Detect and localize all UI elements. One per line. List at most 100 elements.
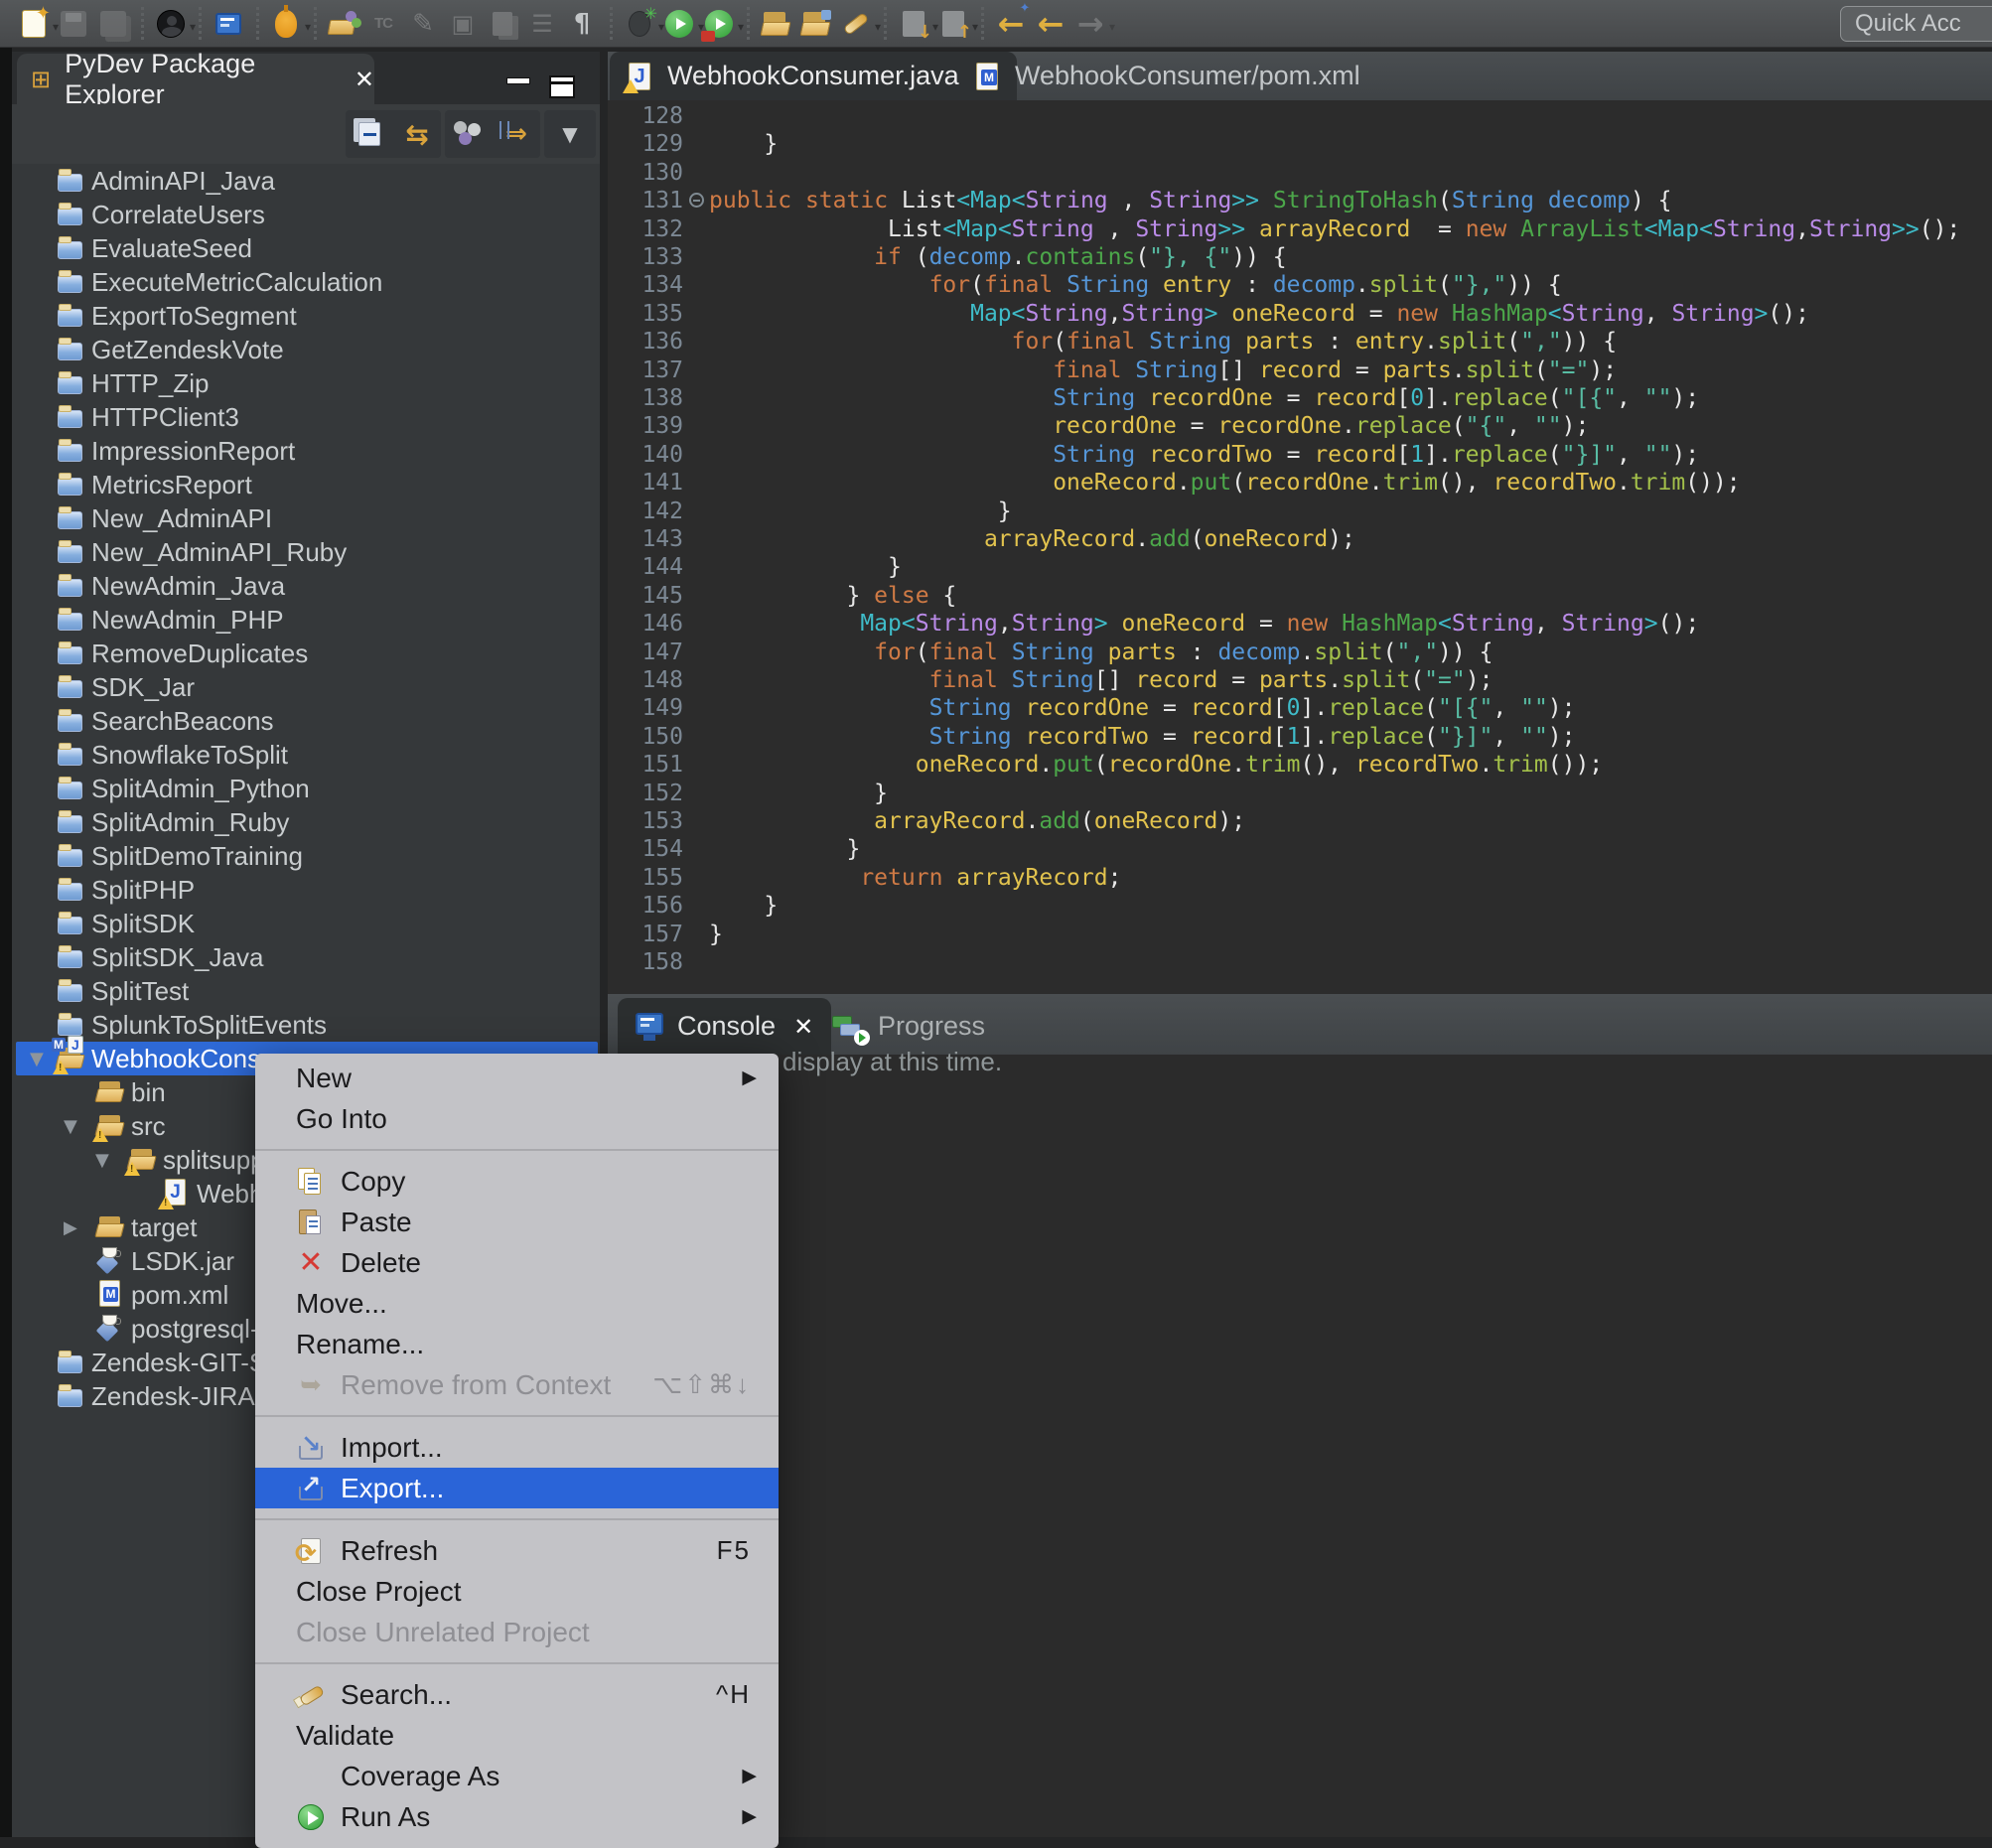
collapse-arrow-icon[interactable]: ▼ xyxy=(30,1049,44,1069)
line-number: 131 xyxy=(608,187,687,214)
tree-item-splitsdk-java[interactable]: SplitSDK_Java xyxy=(12,940,600,974)
tc-server-button[interactable]: TC xyxy=(365,6,401,42)
menu-item-new[interactable]: New▶ xyxy=(255,1058,779,1098)
compare-button[interactable] xyxy=(485,6,520,42)
toolbar-separator xyxy=(137,7,147,41)
forward-button[interactable]: →▾ xyxy=(1072,6,1108,42)
closed-folder-icon xyxy=(56,267,85,295)
menu-item-copy[interactable]: Copy xyxy=(255,1161,779,1202)
tree-item-splitsdk[interactable]: SplitSDK xyxy=(12,907,600,940)
tree-item-httpclient3[interactable]: HTTPClient3 xyxy=(12,400,600,434)
tree-item-splitadmin-python[interactable]: SplitAdmin_Python xyxy=(12,772,600,805)
tree-item-splittest[interactable]: SplitTest xyxy=(12,974,600,1008)
debug-button[interactable]: ▾ xyxy=(622,6,657,42)
tree-item-splunktosplitevents[interactable]: SplunkToSplitEvents xyxy=(12,1008,600,1042)
highlighter-button[interactable]: ▾ xyxy=(838,6,874,42)
menu-item-search[interactable]: Search...^H xyxy=(255,1674,779,1715)
bug-report-button[interactable]: ▾ xyxy=(268,6,304,42)
run-button[interactable]: ▾ xyxy=(661,6,697,42)
back-button[interactable]: ← xyxy=(1033,6,1068,42)
tree-item-splitdemotraining[interactable]: SplitDemoTraining xyxy=(12,839,600,873)
tree-item-impressionreport[interactable]: ImpressionReport xyxy=(12,434,600,468)
menu-item-paste[interactable]: Paste xyxy=(255,1202,779,1242)
tree-item-getzendeskvote[interactable]: GetZendeskVote xyxy=(12,333,600,366)
dropdown-arrow-icon[interactable]: ▾ xyxy=(972,20,978,34)
expand-arrow-icon[interactable]: ▶ xyxy=(64,1217,77,1238)
save-button[interactable] xyxy=(56,6,91,42)
tree-item-executemetriccalculation[interactable]: ExecuteMetricCalculation xyxy=(12,265,600,299)
dropdown-arrow-icon[interactable]: ▾ xyxy=(875,20,881,34)
tree-item-label: bin xyxy=(131,1077,166,1108)
collapse-all-button[interactable] xyxy=(350,114,389,154)
dropdown-arrow-icon[interactable]: ▾ xyxy=(305,20,311,34)
tree-item-removeduplicates[interactable]: RemoveDuplicates xyxy=(12,637,600,670)
collapse-arrow-icon[interactable]: ▼ xyxy=(95,1150,109,1171)
edit-pen-button[interactable]: ✎ xyxy=(405,6,441,42)
tree-item-snowflaketosplit[interactable]: SnowflakeToSplit xyxy=(12,738,600,772)
view-menu-button[interactable]: ▼ xyxy=(550,114,590,154)
tree-item-new-adminapi-ruby[interactable]: New_AdminAPI_Ruby xyxy=(12,535,600,569)
package-button[interactable]: ▣ xyxy=(445,6,481,42)
open-folder-button[interactable] xyxy=(759,6,794,42)
link-with-editor-button[interactable]: ⇆ xyxy=(397,114,437,154)
close-view-icon[interactable]: ✕ xyxy=(355,66,374,93)
menu-item-go-into[interactable]: Go Into xyxy=(255,1098,779,1139)
tab-webhookconsumer-java[interactable]: J WebhookConsumer.java ✕ xyxy=(610,52,1017,100)
menu-item-import[interactable]: ↘Import... xyxy=(255,1427,779,1468)
tree-item-correlateusers[interactable]: CorrelateUsers xyxy=(12,198,600,231)
save-all-button[interactable] xyxy=(95,6,131,42)
fold-marker[interactable] xyxy=(687,187,709,214)
maximize-view-button[interactable] xyxy=(549,75,575,98)
dropdown-arrow-icon[interactable]: ▾ xyxy=(738,20,744,34)
user-profile-button[interactable]: ▾ xyxy=(153,6,189,42)
quick-access-input[interactable]: Quick Acc xyxy=(1840,6,1992,42)
close-tab-icon[interactable]: ✕ xyxy=(793,1013,813,1041)
menu-item-export[interactable]: ↗Export... xyxy=(255,1468,779,1508)
menu-item-run-as[interactable]: Run As▶ xyxy=(255,1796,779,1837)
minimize-view-button[interactable] xyxy=(506,77,530,84)
tree-item-exporttosegment[interactable]: ExportToSegment xyxy=(12,299,600,333)
debug-folder-button[interactable] xyxy=(326,6,361,42)
tree-item-new-adminapi[interactable]: New_AdminAPI xyxy=(12,501,600,535)
tree-item-newadmin-php[interactable]: NewAdmin_PHP xyxy=(12,603,600,637)
tree-item-http-zip[interactable]: HTTP_Zip xyxy=(12,366,600,400)
explorer-tab-title: PyDev Package Explorer xyxy=(65,49,339,110)
tree-item-evaluateseed[interactable]: EvaluateSeed xyxy=(12,231,600,265)
tree-item-sdk-jar[interactable]: SDK_Jar xyxy=(12,670,600,704)
package-presentation-button[interactable] xyxy=(449,114,489,154)
tree-item-adminapi-java[interactable]: AdminAPI_Java xyxy=(12,164,600,198)
run-error-button[interactable]: ▾ xyxy=(701,6,737,42)
menu-item-move[interactable]: Move... xyxy=(255,1283,779,1324)
collapse-arrow-icon[interactable]: ▼ xyxy=(64,1116,77,1137)
code-line-128: 128 xyxy=(608,102,1992,130)
prev-annotation-button[interactable]: ▾ xyxy=(935,6,971,42)
tab-pydev-package-explorer[interactable]: ⊞ PyDev Package Explorer ✕ xyxy=(17,54,374,104)
show-whitespace-button[interactable]: ¶ xyxy=(564,6,600,42)
menu-item-delete[interactable]: ✕Delete xyxy=(255,1242,779,1283)
tree-item-splitphp[interactable]: SplitPHP xyxy=(12,873,600,907)
line-number: 134 xyxy=(608,271,687,299)
tree-item-splitadmin-ruby[interactable]: SplitAdmin_Ruby xyxy=(12,805,600,839)
code-area[interactable]: 128129 }130131public static List<Map<Str… xyxy=(608,102,1992,994)
menu-item-refresh[interactable]: ⟳RefreshF5 xyxy=(255,1530,779,1571)
tree-item-metricsreport[interactable]: MetricsReport xyxy=(12,468,600,501)
code-text: } xyxy=(709,130,778,158)
last-edit-location-button[interactable]: ← xyxy=(993,6,1029,42)
focus-on-active-task-button[interactable]: ⇒ xyxy=(497,114,536,154)
dropdown-arrow-icon[interactable]: ▾ xyxy=(190,20,196,34)
menu-item-validate[interactable]: Validate xyxy=(255,1715,779,1756)
menu-item-rename[interactable]: Rename... xyxy=(255,1324,779,1364)
outline-button[interactable]: ☰ xyxy=(524,6,560,42)
remote-console-button[interactable] xyxy=(211,6,246,42)
tree-item-newadmin-java[interactable]: NewAdmin_Java xyxy=(12,569,600,603)
menu-item-close-project[interactable]: Close Project xyxy=(255,1571,779,1612)
new-wizard-button[interactable]: ▾ xyxy=(16,6,52,42)
menu-item-coverage-as[interactable]: Coverage As▶ xyxy=(255,1756,779,1796)
line-number: 155 xyxy=(608,864,687,892)
next-annotation-button[interactable]: ▾ xyxy=(896,6,931,42)
tab-pom-xml[interactable]: M WebhookConsumer/pom.xml xyxy=(957,52,1360,100)
tree-item-searchbeacons[interactable]: SearchBeacons xyxy=(12,704,600,738)
open-resource-button[interactable] xyxy=(798,6,834,42)
toolbar-separator xyxy=(880,7,890,41)
dropdown-arrow-icon[interactable]: ▾ xyxy=(1109,20,1115,34)
